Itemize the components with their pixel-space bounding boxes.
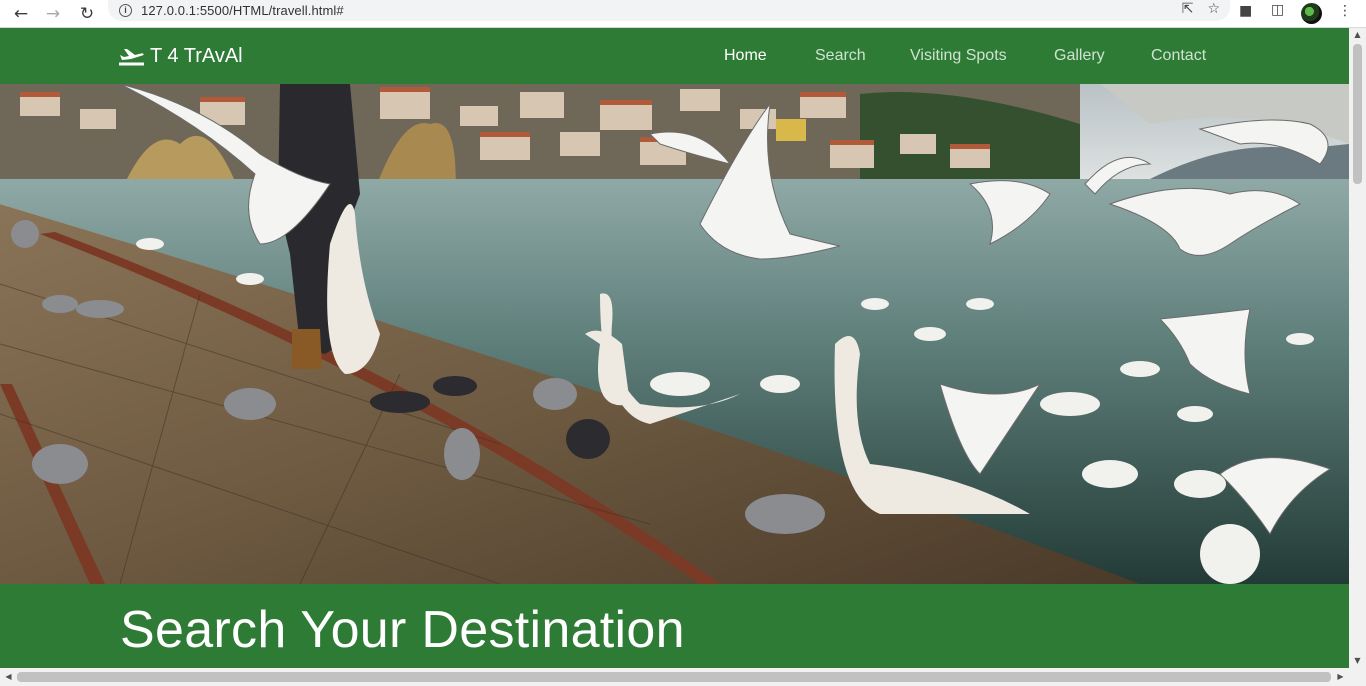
forward-arrow-icon[interactable]: → [41, 0, 65, 28]
reload-icon[interactable]: ↻ [75, 0, 99, 28]
scroll-down-arrow-icon[interactable]: ▼ [1349, 654, 1366, 668]
bookmark-star-icon[interactable]: ☆ [1207, 1, 1220, 17]
scroll-right-arrow-icon[interactable]: ▶ [1332, 668, 1349, 686]
search-section: Search Your Destination [0, 584, 1349, 668]
extensions-puzzle-icon[interactable]: ■ [1239, 3, 1252, 19]
share-icon[interactable]: ⇱ [1182, 1, 1194, 17]
horizontal-scrollbar[interactable]: ◀ ▶ [0, 668, 1366, 686]
scroll-up-arrow-icon[interactable]: ▲ [1349, 28, 1366, 42]
hero-image [0, 84, 1349, 584]
nav-link-gallery[interactable]: Gallery [1054, 28, 1105, 84]
address-bar[interactable]: i 127.0.0.1:5500/HTML/travell.html# ⇱ ☆ [108, 0, 1230, 21]
main-nav: Home Search Visiting Spots Gallery Conta… [0, 28, 1349, 84]
search-title: Search Your Destination [120, 601, 685, 659]
vertical-scroll-thumb[interactable] [1353, 44, 1362, 184]
lakeside-birds-photo [0, 84, 1349, 584]
side-panel-icon[interactable]: ◫ [1271, 2, 1284, 18]
back-arrow-icon[interactable]: ← [9, 0, 33, 28]
site-info-icon[interactable]: i [119, 3, 132, 17]
browser-toolbar: ← → ↻ i 127.0.0.1:5500/HTML/travell.html… [0, 0, 1366, 28]
scroll-left-arrow-icon[interactable]: ◀ [0, 668, 17, 686]
nav-link-visiting-spots[interactable]: Visiting Spots [910, 28, 1007, 84]
nav-link-contact[interactable]: Contact [1151, 28, 1206, 84]
nav-link-home[interactable]: Home [724, 28, 767, 84]
browser-menu-icon[interactable]: ⋮ [1338, 3, 1352, 19]
nav-link-search[interactable]: Search [815, 28, 866, 84]
site-header: T 4 TrAvAl Home Search Visiting Spots Ga… [0, 28, 1349, 84]
horizontal-scroll-thumb[interactable] [17, 672, 1331, 682]
url-text[interactable]: 127.0.0.1:5500/HTML/travell.html# [141, 3, 344, 18]
profile-avatar[interactable] [1301, 3, 1322, 24]
vertical-scrollbar[interactable]: ▲ ▼ [1349, 28, 1366, 668]
